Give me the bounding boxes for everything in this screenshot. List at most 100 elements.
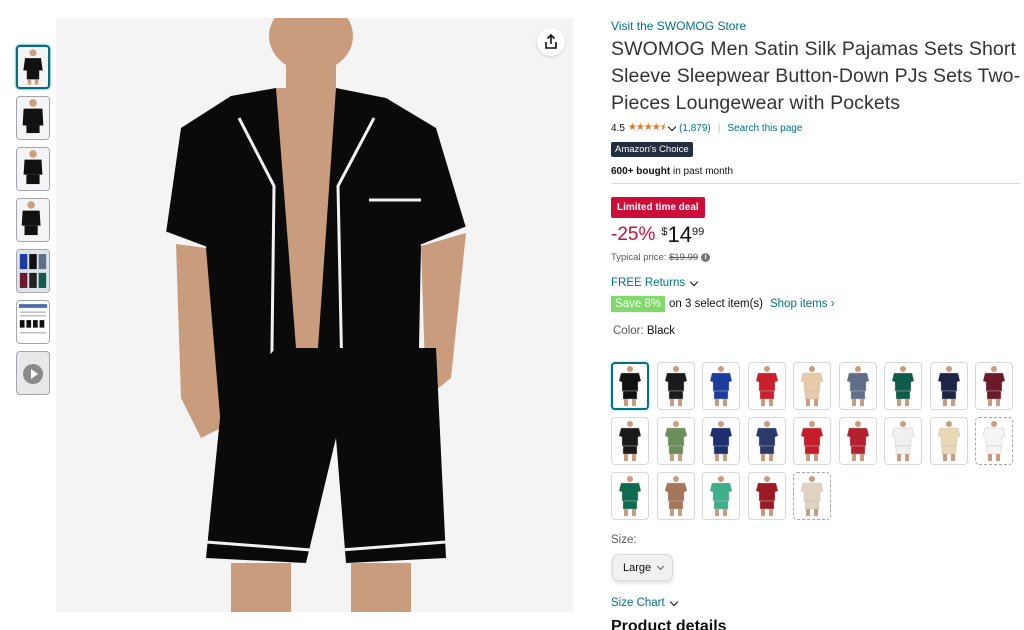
swatch-image bbox=[937, 366, 960, 406]
search-this-page-link[interactable]: Search this page bbox=[727, 123, 802, 134]
color-swatch[interactable] bbox=[611, 362, 649, 410]
color-label-prefix: Color: bbox=[613, 325, 647, 337]
size-dropdown[interactable]: Large bbox=[612, 554, 673, 581]
chevron-down-icon bbox=[657, 562, 665, 570]
swatch-image bbox=[891, 421, 915, 461]
color-value: Black bbox=[646, 325, 675, 337]
swatch-image bbox=[755, 366, 778, 406]
swatch-image bbox=[755, 476, 778, 516]
color-swatch[interactable] bbox=[838, 362, 877, 410]
free-returns-label: FREE Returns bbox=[611, 277, 686, 289]
swatch-image bbox=[664, 366, 687, 406]
bought-count: 600+ bought in past month bbox=[611, 166, 1021, 184]
price-whole: 14 bbox=[667, 222, 692, 247]
color-label: Color: Black bbox=[613, 325, 1021, 337]
typical-price-value: $19.99 bbox=[669, 252, 699, 263]
chevron-down-icon[interactable] bbox=[667, 122, 677, 131]
discount-percent: -25% bbox=[611, 224, 656, 245]
swatch-row bbox=[611, 472, 1021, 520]
limited-time-deal-badge: Limited time deal bbox=[611, 197, 705, 218]
info-icon[interactable]: i bbox=[701, 252, 711, 262]
store-link[interactable]: Visit the SWOMOG Store bbox=[611, 19, 1021, 33]
swatch-image bbox=[800, 476, 824, 516]
color-swatch[interactable] bbox=[702, 417, 740, 465]
swatch-image bbox=[664, 476, 687, 516]
swatch-row bbox=[611, 362, 1021, 410]
swatch-image bbox=[709, 476, 733, 516]
color-swatch[interactable] bbox=[656, 417, 695, 465]
swatch-image bbox=[937, 421, 960, 461]
swatch-image bbox=[755, 421, 778, 461]
coupon-row: Save 8% on 3 select item(s) Shop items › bbox=[611, 296, 1021, 312]
swatch-image bbox=[982, 421, 1006, 461]
color-swatch[interactable] bbox=[747, 472, 786, 520]
save-text: on 3 select item(s) bbox=[669, 298, 763, 310]
chevron-down-icon bbox=[689, 277, 699, 286]
color-swatch[interactable] bbox=[702, 362, 740, 410]
divider: | bbox=[717, 122, 721, 134]
size-chart-link[interactable]: Size Chart bbox=[611, 597, 681, 609]
color-swatch[interactable] bbox=[975, 417, 1013, 465]
amazons-choice-badge[interactable]: Amazon's Choice bbox=[611, 142, 693, 157]
color-swatch[interactable] bbox=[611, 472, 649, 520]
thumbnail-2[interactable] bbox=[16, 96, 50, 140]
color-swatch[interactable] bbox=[793, 417, 831, 465]
color-swatch[interactable] bbox=[884, 417, 922, 465]
thumbnail-3[interactable] bbox=[16, 147, 50, 191]
color-swatch[interactable] bbox=[611, 417, 649, 465]
swatch-image bbox=[618, 421, 642, 461]
ratings-count-link[interactable]: (1,879) bbox=[679, 123, 711, 134]
product-info: Visit the SWOMOG Store SWOMOG Men Satin … bbox=[611, 19, 1021, 337]
thumbnail-5[interactable] bbox=[16, 249, 50, 293]
swatch-image bbox=[800, 421, 824, 461]
color-swatch[interactable] bbox=[838, 417, 877, 465]
rating-value: 4.5 bbox=[611, 122, 625, 134]
swatch-image bbox=[891, 366, 915, 406]
color-swatch[interactable] bbox=[656, 362, 695, 410]
color-swatches bbox=[611, 362, 1021, 527]
color-swatch[interactable] bbox=[975, 362, 1013, 410]
thumbnail-4[interactable] bbox=[16, 198, 50, 242]
color-swatch[interactable] bbox=[884, 362, 922, 410]
color-swatch[interactable] bbox=[793, 472, 831, 520]
swatch-image bbox=[664, 421, 687, 461]
product-title: SWOMOG Men Satin Silk Pajamas Sets Short… bbox=[611, 38, 1021, 114]
price-fraction: 99 bbox=[691, 226, 705, 238]
thumbnail-6[interactable] bbox=[16, 300, 50, 344]
free-returns-link[interactable]: FREE Returns bbox=[611, 277, 1021, 289]
swatch-image bbox=[800, 366, 824, 406]
color-swatch[interactable] bbox=[747, 362, 786, 410]
swatch-image bbox=[982, 366, 1006, 406]
color-swatch[interactable] bbox=[929, 362, 968, 410]
play-icon bbox=[23, 364, 43, 384]
color-swatch[interactable] bbox=[793, 362, 831, 410]
product-details-heading: Product details bbox=[611, 618, 727, 630]
thumbnail-video[interactable] bbox=[16, 351, 50, 395]
swatch-image bbox=[618, 366, 642, 406]
swatch-row bbox=[611, 417, 1021, 465]
color-swatch[interactable] bbox=[656, 472, 695, 520]
bought-count-bold: 600+ bought bbox=[611, 166, 671, 177]
swatch-image bbox=[846, 366, 869, 406]
price-row: -25% $ 14 99 bbox=[611, 224, 1021, 250]
color-swatch[interactable] bbox=[747, 417, 786, 465]
shop-items-link[interactable]: Shop items › bbox=[770, 298, 835, 310]
thumbnail-1[interactable] bbox=[16, 45, 50, 89]
main-product-image[interactable] bbox=[56, 18, 573, 612]
share-button[interactable] bbox=[537, 28, 565, 56]
swatch-image bbox=[618, 476, 642, 516]
size-value: Large bbox=[623, 561, 652, 574]
bought-count-rest: in past month bbox=[670, 166, 733, 177]
swatch-image bbox=[846, 421, 869, 461]
color-swatch[interactable] bbox=[702, 472, 740, 520]
size-label: Size: bbox=[611, 534, 637, 546]
typical-price: Typical price: $19.99 i bbox=[611, 252, 1021, 263]
swatch-image bbox=[709, 421, 733, 461]
color-swatch[interactable] bbox=[929, 417, 968, 465]
thumbnail-strip bbox=[16, 45, 50, 402]
chevron-down-icon bbox=[669, 597, 678, 606]
typical-price-label: Typical price: bbox=[611, 252, 670, 263]
rating-row: 4.5 ★★★★⯨ (1,879) | Search this page bbox=[611, 120, 1021, 136]
swatch-image bbox=[709, 366, 733, 406]
star-rating-icon[interactable]: ★★★★⯨ bbox=[628, 120, 665, 137]
